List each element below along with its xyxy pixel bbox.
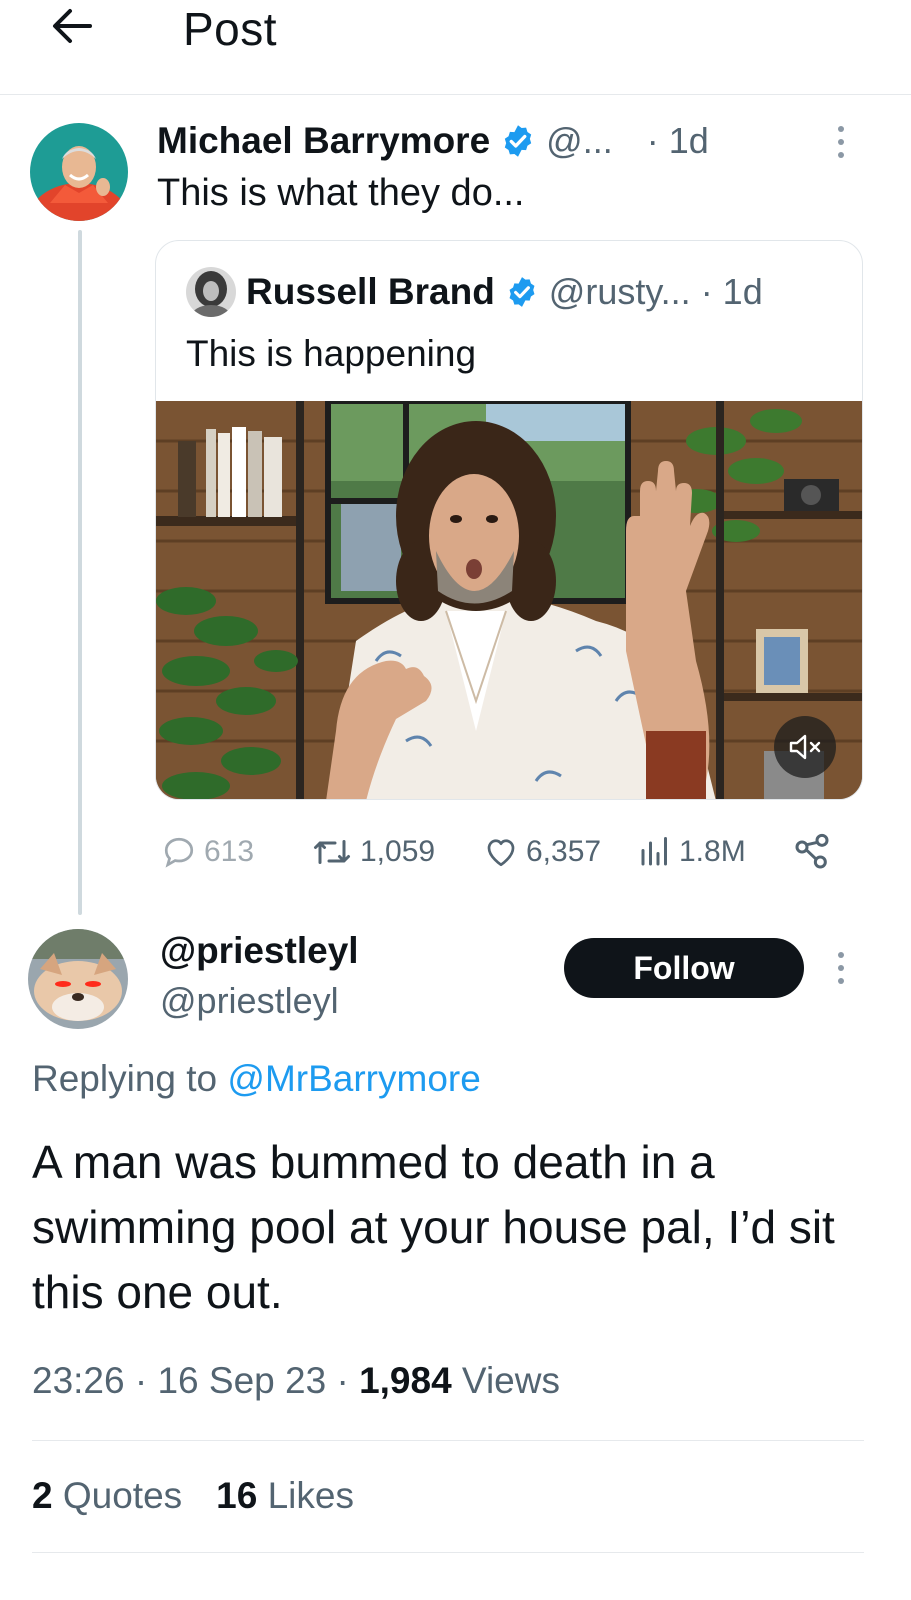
engagement-stats: 2 Quotes 16 Likes xyxy=(32,1475,354,1517)
views-label: Views xyxy=(451,1360,560,1401)
quotes-count: 2 xyxy=(32,1475,53,1516)
views-action[interactable]: 1.8M xyxy=(637,830,746,874)
tweet-action-bar: 613 1,059 6,357 1.8M xyxy=(160,830,860,874)
quoted-author-handle: @rusty... xyxy=(548,271,691,312)
top-bar: Post xyxy=(0,0,911,95)
more-options-icon[interactable] xyxy=(838,952,844,984)
quoted-author-name: Russell Brand xyxy=(246,271,495,312)
verified-badge-icon xyxy=(504,125,532,157)
avatar-michael-barrymore[interactable] xyxy=(30,123,128,221)
timestamp[interactable]: 23:26 · 16 Sep 23 · xyxy=(32,1360,359,1401)
page-title: Post xyxy=(183,3,278,55)
quotes-label: Quotes xyxy=(52,1475,183,1516)
analytics-icon xyxy=(641,837,667,866)
reply-count: 613 xyxy=(204,835,255,868)
tweet-text: This is what they do... xyxy=(157,172,525,214)
quotes-stat[interactable]: 2 Quotes xyxy=(32,1475,182,1517)
quoted-tweet-text: This is happening xyxy=(186,333,477,374)
reply-author-handle[interactable]: @priestleyl xyxy=(160,980,339,1022)
back-button[interactable] xyxy=(46,4,98,48)
replying-to: Replying to @MrBarrymore xyxy=(32,1058,481,1100)
repost-count: 1,059 xyxy=(360,835,436,868)
tweet-time[interactable]: · 1d xyxy=(647,120,709,162)
replying-to-prefix: Replying to xyxy=(32,1058,228,1099)
follow-button[interactable]: Follow xyxy=(564,938,804,998)
verified-badge-icon xyxy=(509,277,535,307)
replying-to-link[interactable]: @MrBarrymore xyxy=(227,1058,480,1099)
reply-icon xyxy=(164,837,194,868)
avatar-priestleyl[interactable] xyxy=(28,929,128,1029)
more-options-icon[interactable] xyxy=(838,126,844,158)
mute-button[interactable] xyxy=(774,716,836,778)
divider xyxy=(32,1440,864,1441)
quoted-tweet-card[interactable]: Russell Brand @rusty... · 1d This is hap… xyxy=(155,240,863,800)
like-action[interactable]: 6,357 xyxy=(482,830,601,874)
repost-action[interactable]: 1,059 xyxy=(310,830,435,874)
repost-icon xyxy=(314,840,350,864)
author-name[interactable]: Michael Barrymore xyxy=(157,120,490,162)
likes-count: 16 xyxy=(216,1475,258,1516)
views-count: 1.8M xyxy=(679,835,746,868)
parent-tweet-header: Michael Barrymore @... · 1d xyxy=(157,120,709,162)
reply-action[interactable]: 613 xyxy=(160,830,254,874)
share-action[interactable] xyxy=(792,830,832,874)
author-handle[interactable]: @... xyxy=(546,120,613,162)
reply-text: A man was bummed to death in a swimming … xyxy=(32,1136,835,1318)
quoted-video[interactable] xyxy=(156,401,862,799)
share-icon xyxy=(795,833,829,869)
heart-icon xyxy=(487,839,515,867)
likes-label: Likes xyxy=(257,1475,354,1516)
quoted-tweet-header: Russell Brand @rusty... · 1d xyxy=(186,267,763,317)
tweet-meta: 23:26 · 16 Sep 23 · 1,984 Views xyxy=(32,1360,560,1402)
thread-line xyxy=(78,230,82,915)
views-number: 1,984 xyxy=(359,1360,452,1401)
volume-muted-icon xyxy=(789,734,821,760)
likes-stat[interactable]: 16 Likes xyxy=(216,1475,354,1517)
quoted-tweet-time: · 1d xyxy=(700,271,763,312)
reply-author-name[interactable]: @priestleyl xyxy=(160,930,359,972)
avatar-russell-brand xyxy=(186,267,236,317)
like-count: 6,357 xyxy=(526,835,602,868)
divider xyxy=(32,1552,864,1553)
arrow-left-icon xyxy=(53,9,92,43)
